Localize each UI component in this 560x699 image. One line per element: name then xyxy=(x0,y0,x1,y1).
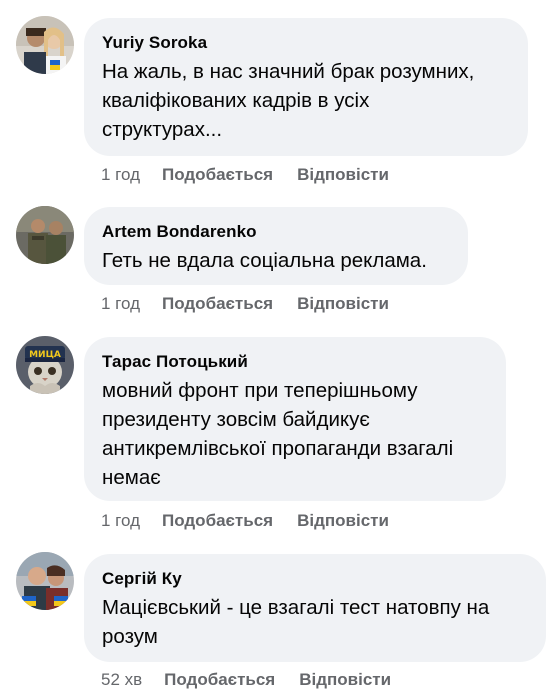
like-button[interactable]: Подобається xyxy=(162,510,273,532)
comment-time[interactable]: 1 год xyxy=(101,293,140,315)
comment-bubble: Artem Bondarenko Геть не вдала соціальна… xyxy=(84,207,468,285)
avatar[interactable] xyxy=(16,552,74,610)
comment-text: мовний фронт при теперішньому президенту… xyxy=(102,379,454,489)
reply-button[interactable]: Відповісти xyxy=(297,164,389,186)
reply-button[interactable]: Відповісти xyxy=(297,510,389,532)
cat-avatar-icon: МИЦА xyxy=(16,336,74,394)
comment-text: На жаль, в нас значний брак розумних, кв… xyxy=(102,60,475,141)
reply-button[interactable]: Відповісти xyxy=(299,669,391,691)
comment-text: Мацієвський - це взагалі тест натовпу на… xyxy=(102,596,490,648)
comment-actions: 52 хв Подобається Відповісти xyxy=(101,669,391,691)
comment-author[interactable]: Тарас Потоцький xyxy=(102,351,486,373)
comment-author[interactable]: Artem Bondarenko xyxy=(102,221,448,243)
comment-time[interactable]: 1 год xyxy=(101,164,140,186)
comment-text: Геть не вдала соціальна реклама. xyxy=(102,249,427,272)
user-photo-icon xyxy=(16,206,74,264)
comment-bubble: Сергій Ку Мацієвський - це взагалі тест … xyxy=(84,554,546,662)
comment-actions: 1 год Подобається Відповісти xyxy=(101,164,389,186)
avatar-cap-text: МИЦА xyxy=(29,350,61,360)
comment-author[interactable]: Сергій Ку xyxy=(102,568,526,590)
comment-time[interactable]: 52 хв xyxy=(101,669,142,691)
like-button[interactable]: Подобається xyxy=(162,293,273,315)
comment-author[interactable]: Yuriy Soroka xyxy=(102,32,508,54)
like-button[interactable]: Подобається xyxy=(164,669,275,691)
user-photo-icon xyxy=(16,16,74,74)
comment-bubble: Yuriy Soroka На жаль, в нас значний брак… xyxy=(84,18,528,156)
comment-actions: 1 год Подобається Відповісти xyxy=(101,510,389,532)
comment-bubble: Тарас Потоцький мовний фронт при теперіш… xyxy=(84,337,506,501)
avatar[interactable] xyxy=(16,16,74,74)
comment-actions: 1 год Подобається Відповісти xyxy=(101,293,389,315)
user-photo-icon xyxy=(16,552,74,610)
avatar[interactable]: МИЦА xyxy=(16,336,74,394)
avatar[interactable] xyxy=(16,206,74,264)
reply-button[interactable]: Відповісти xyxy=(297,293,389,315)
like-button[interactable]: Подобається xyxy=(162,164,273,186)
comment-time[interactable]: 1 год xyxy=(101,510,140,532)
